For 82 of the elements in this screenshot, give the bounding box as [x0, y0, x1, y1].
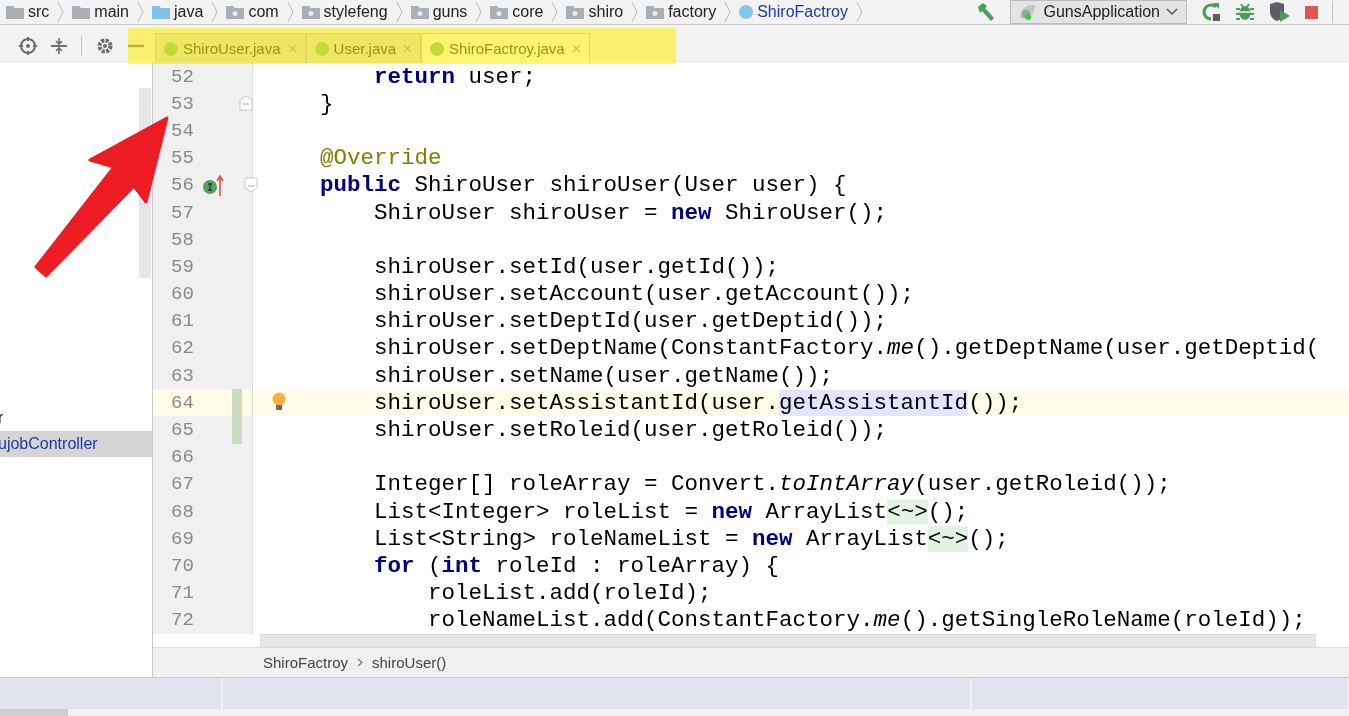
run-configuration-dropdown[interactable]: GunsApplication: [1010, 0, 1187, 24]
line-number: 56: [170, 174, 194, 197]
chevron-icon: [551, 1, 559, 23]
chevron-icon: [855, 1, 863, 23]
line-number: 53: [170, 92, 194, 115]
line-number: 58: [170, 228, 194, 251]
breadcrumb-item[interactable]: com: [248, 3, 279, 21]
code-line: shiroUser.setId(user.getId());: [373, 253, 780, 280]
breadcrumb-item[interactable]: guns: [432, 3, 468, 21]
hammer-icon[interactable]: [976, 2, 997, 22]
line-number: 60: [170, 283, 194, 306]
rerun-icon[interactable]: [1201, 2, 1221, 22]
breadcrumb-item[interactable]: ShiroFactroy: [757, 3, 848, 21]
minimize-icon[interactable]: [128, 44, 144, 48]
breadcrumb-item[interactable]: core: [512, 3, 544, 21]
code-line: shiroUser.setDeptId(user.getDeptid());: [373, 308, 888, 335]
code-line: for (int roleId : roleArray) {: [373, 552, 780, 579]
code-line: ShiroUser shiroUser = new ShiroUser();: [373, 199, 888, 226]
breadcrumb-item[interactable]: main: [94, 3, 129, 21]
code-line: return user;: [373, 63, 537, 90]
code-line: @Override: [319, 145, 442, 172]
settings-icon[interactable]: [96, 37, 114, 55]
chevron-icon: [57, 1, 65, 23]
fold-icon[interactable]: [239, 95, 254, 112]
code-line: List<String> roleNameList = new ArrayList<~>();: [373, 525, 1009, 552]
breadcrumb-item[interactable]: src: [28, 3, 50, 21]
code-line: shiroUser.setRoleid(user.getRoleid());: [373, 417, 888, 444]
line-number: 64: [170, 391, 194, 414]
line-number: 63: [170, 364, 194, 387]
code-line: List<Integer> roleList = new ArrayList<~>();: [373, 498, 969, 525]
implements-icon[interactable]: [201, 174, 224, 197]
line-number: 61: [170, 310, 194, 333]
lightbulb-icon[interactable]: [272, 392, 286, 413]
code-line: roleList.add(roleId);: [427, 580, 712, 607]
chevron-icon: [475, 1, 483, 23]
line-number: 62: [170, 337, 194, 360]
breadcrumb-item[interactable]: shiro: [588, 3, 624, 21]
navigation-item[interactable]: ShiroFactroy: [263, 654, 349, 671]
breadcrumb-item[interactable]: factory: [668, 3, 717, 21]
fold-icon[interactable]: [243, 176, 258, 193]
breadcrumb-item[interactable]: stylefeng: [323, 3, 388, 21]
line-number: 59: [170, 255, 194, 278]
chevron-icon: [286, 1, 294, 23]
line-number: 54: [170, 119, 194, 142]
caret-icon: [1166, 8, 1178, 16]
code-line: shiroUser.setName(user.getName());: [373, 362, 834, 389]
change-marker[interactable]: [232, 416, 243, 444]
chevron-icon: [395, 1, 403, 23]
line-number: 67: [170, 473, 194, 496]
collapse-icon[interactable]: [51, 37, 67, 55]
line-number: 66: [170, 446, 194, 469]
code-line: Integer[] roleArray = Convert.toIntArray(user.getRoleid());: [373, 471, 1171, 498]
chevron-icon: [137, 1, 144, 23]
chevron-icon: [357, 658, 364, 667]
chevron-icon: [631, 1, 639, 23]
line-number: 69: [170, 527, 194, 550]
line-number: 72: [170, 609, 194, 632]
code-line: roleNameList.add(ConstantFactory.me().getSingleRoleName(roleId));: [427, 607, 1306, 634]
line-number: 70: [170, 554, 194, 577]
line-number: 55: [170, 147, 194, 170]
line-number: 71: [170, 582, 194, 605]
line-number: 68: [170, 500, 194, 523]
bug-icon[interactable]: [1235, 2, 1255, 22]
stop-icon[interactable]: [1305, 5, 1318, 19]
spring-app-icon: [1017, 2, 1038, 22]
breadcrumb-item[interactable]: java: [174, 3, 204, 21]
line-number: 57: [170, 201, 194, 224]
coverage-icon[interactable]: [1269, 2, 1291, 22]
code-line: shiroUser.setDeptName(ConstantFactory.me().getDeptName(user.getDeptid(: [373, 335, 1320, 362]
chevron-icon: [211, 1, 219, 23]
line-number: 65: [170, 419, 194, 442]
chevron-icon: [724, 1, 732, 23]
code-line: shiroUser.setAssistantId(user.getAssistantId());: [373, 389, 1023, 416]
code-line: public ShiroUser shiroUser(User user) {: [319, 172, 847, 199]
navigation-item[interactable]: shiroUser(): [372, 654, 447, 671]
change-marker[interactable]: [232, 389, 243, 417]
code-line: shiroUser.setAccount(user.getAccount());: [373, 281, 915, 308]
code-line: }: [319, 90, 334, 117]
close-icon[interactable]: [571, 44, 581, 53]
line-number: 52: [170, 65, 194, 88]
locate-icon[interactable]: [19, 37, 37, 55]
scrollbar[interactable]: [260, 634, 1316, 648]
